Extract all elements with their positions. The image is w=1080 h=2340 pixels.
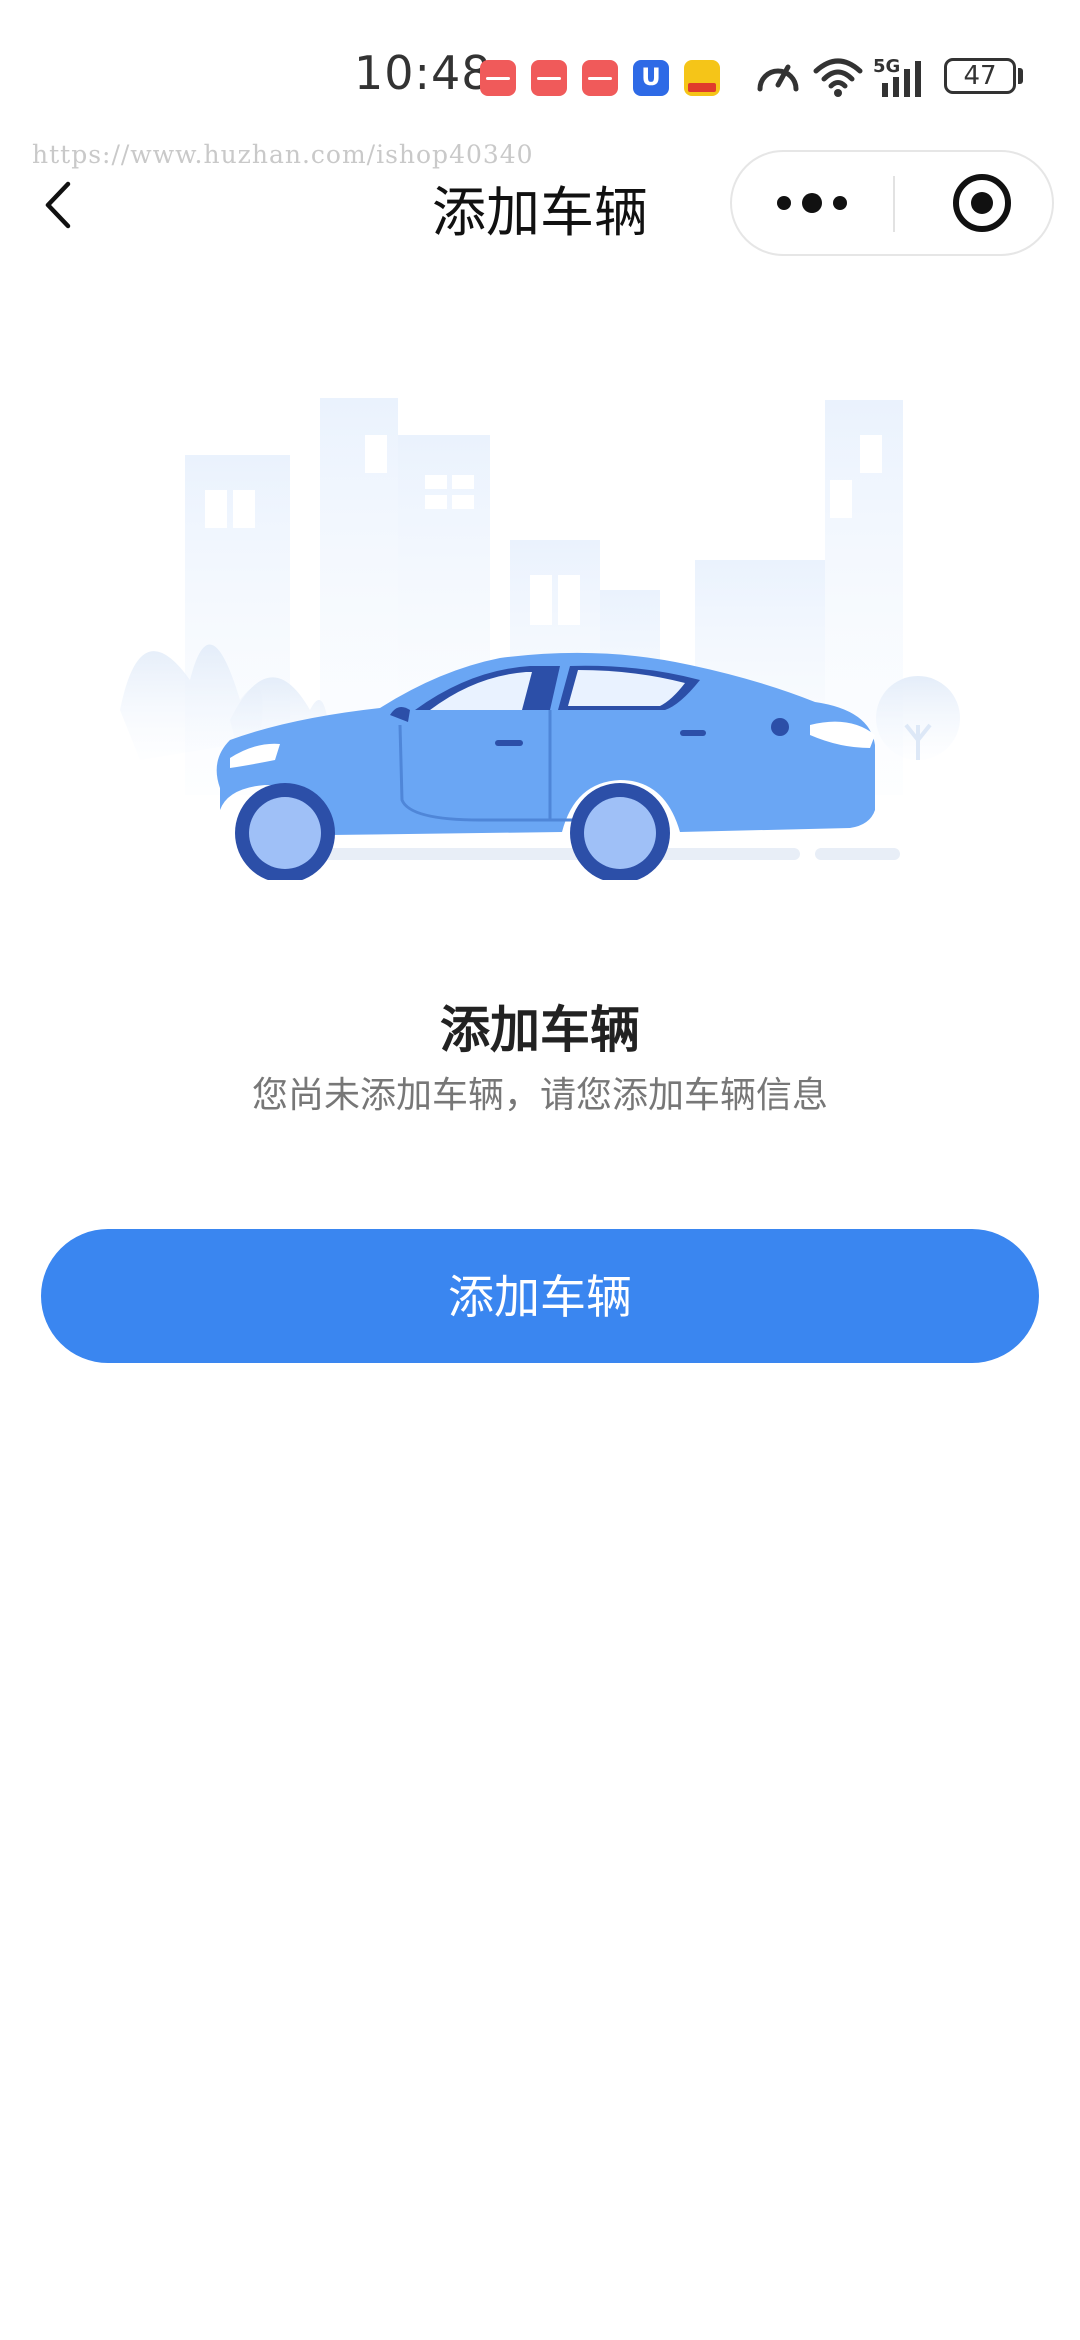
huawei-app-icon	[480, 60, 516, 96]
wifi-icon	[813, 58, 863, 97]
screen: 10:48 5G 47 https://www.huzhan.com/ishop…	[0, 0, 1080, 2340]
back-button[interactable]	[30, 170, 90, 240]
target-close-icon	[953, 174, 1011, 232]
status-bar: 10:48 5G 47	[0, 0, 1080, 150]
more-button[interactable]	[732, 152, 892, 254]
huawei-app-icon	[582, 60, 618, 96]
add-vehicle-button[interactable]: 添加车辆	[41, 1229, 1039, 1363]
shield-app-icon	[633, 60, 669, 96]
page-title: 添加车辆	[432, 181, 648, 244]
mini-program-capsule	[730, 150, 1054, 256]
close-button[interactable]	[896, 152, 1052, 254]
speedometer-icon	[757, 64, 799, 92]
capsule-divider	[893, 176, 895, 232]
battery-indicator: 47	[944, 58, 1016, 94]
car-illustration	[120, 398, 960, 880]
status-time: 10:48	[354, 46, 492, 100]
nav-bar: 添加车辆	[0, 150, 1080, 260]
battery-nub	[1018, 68, 1023, 84]
more-dots-icon	[777, 193, 847, 213]
huawei-app-icon	[531, 60, 567, 96]
chevron-left-icon	[45, 181, 71, 229]
ground-line	[815, 848, 900, 860]
empty-state-description: 您尚未添加车辆，请您添加车辆信息	[251, 1075, 828, 1116]
game-app-icon	[684, 60, 720, 96]
ground-line	[255, 848, 800, 860]
signal-icon	[882, 61, 921, 97]
empty-state-title: 添加车辆	[440, 1001, 640, 1059]
